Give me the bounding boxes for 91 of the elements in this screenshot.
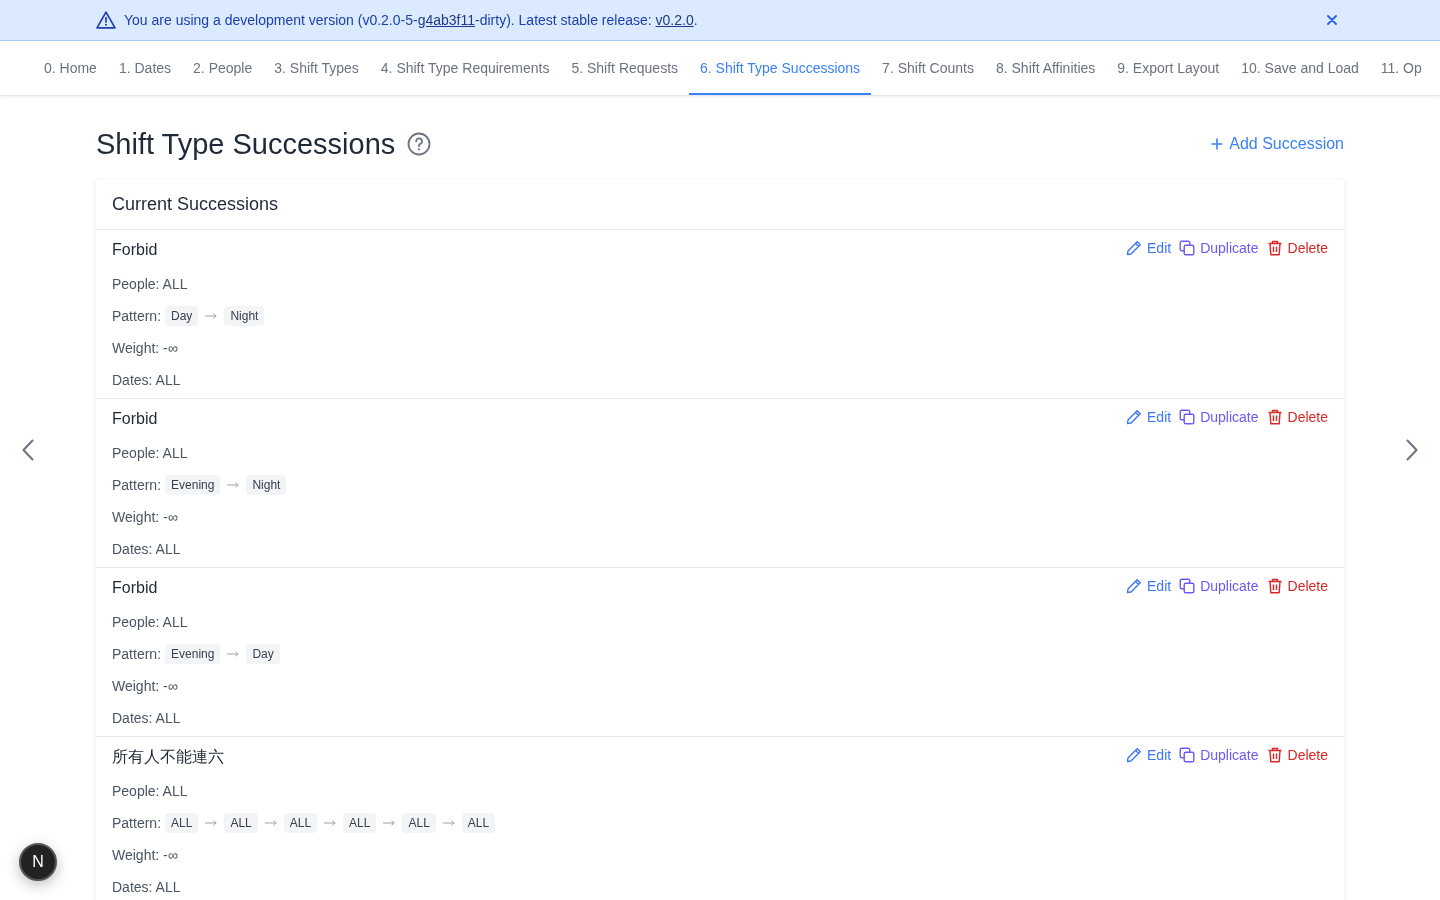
banner-message: You are using a development version (v0.2.0-5-g4ab3f11-dirty). Latest stable release: v0.2.0. xyxy=(124,12,698,28)
pencil-icon xyxy=(1126,240,1143,256)
shift-type-chip: Night xyxy=(224,306,265,326)
version-link[interactable]: v0.2.0 xyxy=(655,12,694,28)
delete-button[interactable]: Delete xyxy=(1266,745,1328,765)
shift-type-chip: Night xyxy=(246,475,287,495)
edit-button[interactable]: Edit xyxy=(1126,745,1172,765)
next-button[interactable] xyxy=(1406,439,1418,461)
arrow-icon xyxy=(324,820,337,826)
shift-type-chip: ALL xyxy=(224,813,258,833)
trash-icon xyxy=(1266,240,1283,256)
weight-text: Weight: -∞ xyxy=(112,339,178,358)
people-text: People: ALL xyxy=(112,444,188,463)
shift-type-chip: ALL xyxy=(165,813,199,833)
people-text: People: ALL xyxy=(112,782,188,801)
tab[interactable]: 6. Shift Type Successions xyxy=(689,41,872,95)
previous-button[interactable] xyxy=(22,439,34,461)
edit-button[interactable]: Edit xyxy=(1126,407,1172,427)
chevron-left-icon xyxy=(22,439,34,461)
tab[interactable]: 5. Shift Requests xyxy=(560,41,690,95)
edit-button[interactable]: Edit xyxy=(1126,576,1172,596)
pattern-label: Pattern: xyxy=(112,814,162,833)
arrow-icon xyxy=(264,820,277,826)
pencil-icon xyxy=(1126,409,1143,425)
tab[interactable]: 9. Export Layout xyxy=(1106,41,1231,95)
dates-text: Dates: ALL xyxy=(112,709,181,728)
shift-type-chip: ALL xyxy=(283,813,318,833)
people-text: People: ALL xyxy=(112,613,188,632)
tab[interactable]: 0. Home xyxy=(33,41,108,95)
arrow-icon xyxy=(442,820,455,826)
delete-button[interactable]: Delete xyxy=(1266,407,1328,427)
trash-icon xyxy=(1266,747,1283,763)
tab[interactable]: 8. Shift Affinities xyxy=(984,41,1107,95)
rule-name: Forbid xyxy=(112,409,158,429)
weight-text: Weight: -∞ xyxy=(112,508,178,527)
copy-icon xyxy=(1179,240,1196,256)
shift-type-chip: Day xyxy=(246,644,280,664)
shift-type-chip: Evening xyxy=(165,644,221,664)
dates-text: Dates: ALL xyxy=(112,540,181,559)
rule-name: Forbid xyxy=(112,240,158,260)
arrow-icon xyxy=(383,820,396,826)
pencil-icon xyxy=(1126,578,1143,594)
duplicate-button[interactable]: Duplicate xyxy=(1179,576,1259,596)
shift-type-chip: ALL xyxy=(343,813,377,833)
tab[interactable]: 1. Dates xyxy=(107,41,183,95)
arrow-icon xyxy=(205,313,218,319)
shift-type-chip: ALL xyxy=(402,813,436,833)
duplicate-button[interactable]: Duplicate xyxy=(1179,745,1259,765)
trash-icon xyxy=(1266,409,1283,425)
copy-icon xyxy=(1179,578,1196,594)
warning-icon xyxy=(96,11,116,29)
delete-button[interactable]: Delete xyxy=(1266,238,1328,258)
trash-icon xyxy=(1266,578,1283,594)
copy-icon xyxy=(1179,747,1196,763)
pattern-label: Pattern: xyxy=(112,307,162,326)
dates-text: Dates: ALL xyxy=(112,878,181,897)
pencil-icon xyxy=(1126,747,1143,763)
card-title: Current Successions xyxy=(112,194,279,214)
tab[interactable]: 11. Op xyxy=(1369,41,1422,95)
tab[interactable]: 3. Shift Types xyxy=(263,41,370,95)
tab[interactable]: 10. Save and Load xyxy=(1230,41,1370,95)
duplicate-button[interactable]: Duplicate xyxy=(1179,407,1259,427)
rule-name: 所有人不能連六 xyxy=(112,747,224,767)
help-icon[interactable] xyxy=(407,132,432,156)
people-text: People: ALL xyxy=(112,275,188,294)
shift-type-chip: ALL xyxy=(461,813,496,833)
delete-button[interactable]: Delete xyxy=(1266,576,1328,596)
chevron-right-icon xyxy=(1406,439,1418,461)
rule-name: Forbid xyxy=(112,578,158,598)
close-icon xyxy=(1327,15,1337,25)
arrow-icon xyxy=(205,820,218,826)
pattern-label: Pattern: xyxy=(112,476,162,495)
version-link[interactable]: g4ab3f11 xyxy=(417,12,476,28)
weight-text: Weight: -∞ xyxy=(112,846,178,865)
pattern-label: Pattern: xyxy=(112,645,162,664)
tab[interactable]: 4. Shift Type Requirements xyxy=(369,41,561,95)
page-title: Shift Type Successions xyxy=(96,127,396,162)
shift-type-chip: Evening xyxy=(165,475,221,495)
tab[interactable]: 2. People xyxy=(182,41,264,95)
arrow-icon xyxy=(227,651,240,657)
arrow-icon xyxy=(227,482,240,488)
add-succession-button[interactable]: Add Succession xyxy=(1211,135,1344,153)
dates-text: Dates: ALL xyxy=(112,371,181,390)
duplicate-button[interactable]: Duplicate xyxy=(1179,238,1259,258)
tab[interactable]: 7. Shift Counts xyxy=(871,41,985,95)
plus-icon xyxy=(1211,138,1224,150)
weight-text: Weight: -∞ xyxy=(112,677,178,696)
shift-type-chip: Day xyxy=(165,306,199,326)
copy-icon xyxy=(1179,409,1196,425)
dev-tools-button[interactable]: N xyxy=(19,843,57,881)
edit-button[interactable]: Edit xyxy=(1126,238,1172,258)
